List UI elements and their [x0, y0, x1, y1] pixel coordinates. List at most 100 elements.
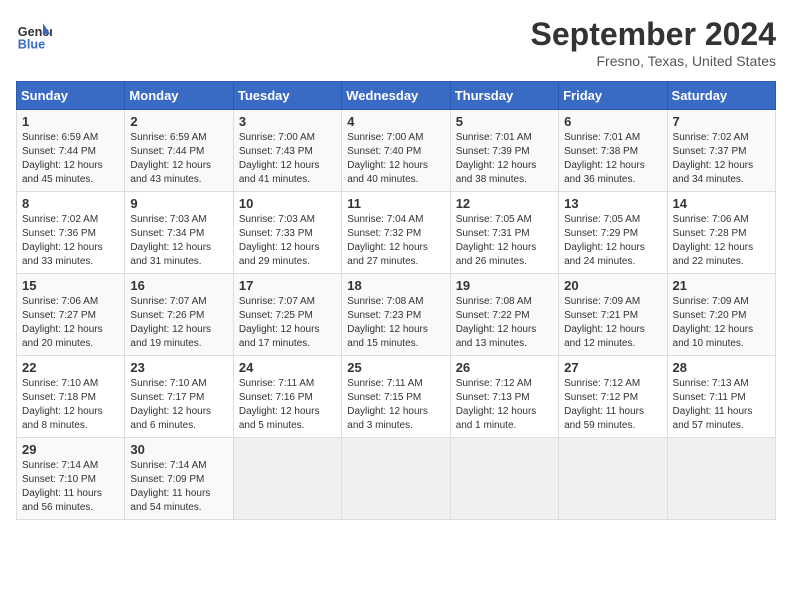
day-number: 12	[456, 196, 553, 211]
day-info: Sunrise: 7:07 AMSunset: 7:25 PMDaylight:…	[239, 295, 336, 351]
day-number: 24	[239, 360, 336, 375]
table-row: 11 Sunrise: 7:04 AMSunset: 7:32 PMDaylig…	[342, 192, 450, 274]
logo: General Blue General Blue	[16, 16, 52, 52]
table-row	[559, 438, 667, 520]
day-info: Sunrise: 7:00 AMSunset: 7:40 PMDaylight:…	[347, 131, 444, 187]
table-row: 2 Sunrise: 6:59 AMSunset: 7:44 PMDayligh…	[125, 110, 233, 192]
header-saturday: Saturday	[667, 82, 775, 110]
day-info: Sunrise: 7:12 AMSunset: 7:12 PMDaylight:…	[564, 377, 661, 433]
header-friday: Friday	[559, 82, 667, 110]
day-info: Sunrise: 7:01 AMSunset: 7:38 PMDaylight:…	[564, 131, 661, 187]
month-title: September 2024	[531, 16, 776, 53]
day-info: Sunrise: 7:08 AMSunset: 7:23 PMDaylight:…	[347, 295, 444, 351]
day-info: Sunrise: 7:08 AMSunset: 7:22 PMDaylight:…	[456, 295, 553, 351]
day-info: Sunrise: 7:03 AMSunset: 7:34 PMDaylight:…	[130, 213, 227, 269]
day-number: 15	[22, 278, 119, 293]
day-number: 22	[22, 360, 119, 375]
table-row	[667, 438, 775, 520]
day-number: 14	[673, 196, 770, 211]
table-row	[342, 438, 450, 520]
table-row: 20 Sunrise: 7:09 AMSunset: 7:21 PMDaylig…	[559, 274, 667, 356]
day-number: 21	[673, 278, 770, 293]
table-row	[450, 438, 558, 520]
table-row: 28 Sunrise: 7:13 AMSunset: 7:11 PMDaylig…	[667, 356, 775, 438]
table-row: 19 Sunrise: 7:08 AMSunset: 7:22 PMDaylig…	[450, 274, 558, 356]
table-row: 8 Sunrise: 7:02 AMSunset: 7:36 PMDayligh…	[17, 192, 125, 274]
header-thursday: Thursday	[450, 82, 558, 110]
table-row	[233, 438, 341, 520]
day-number: 10	[239, 196, 336, 211]
day-info: Sunrise: 7:06 AMSunset: 7:27 PMDaylight:…	[22, 295, 119, 351]
svg-text:Blue: Blue	[18, 37, 45, 51]
day-number: 18	[347, 278, 444, 293]
day-info: Sunrise: 6:59 AMSunset: 7:44 PMDaylight:…	[22, 131, 119, 187]
title-block: September 2024 Fresno, Texas, United Sta…	[531, 16, 776, 69]
table-row: 17 Sunrise: 7:07 AMSunset: 7:25 PMDaylig…	[233, 274, 341, 356]
table-row: 9 Sunrise: 7:03 AMSunset: 7:34 PMDayligh…	[125, 192, 233, 274]
day-info: Sunrise: 7:10 AMSunset: 7:18 PMDaylight:…	[22, 377, 119, 433]
day-number: 17	[239, 278, 336, 293]
day-number: 16	[130, 278, 227, 293]
day-info: Sunrise: 7:07 AMSunset: 7:26 PMDaylight:…	[130, 295, 227, 351]
table-row: 27 Sunrise: 7:12 AMSunset: 7:12 PMDaylig…	[559, 356, 667, 438]
day-number: 25	[347, 360, 444, 375]
table-row: 25 Sunrise: 7:11 AMSunset: 7:15 PMDaylig…	[342, 356, 450, 438]
day-number: 26	[456, 360, 553, 375]
day-number: 30	[130, 442, 227, 457]
table-row: 5 Sunrise: 7:01 AMSunset: 7:39 PMDayligh…	[450, 110, 558, 192]
day-info: Sunrise: 7:09 AMSunset: 7:20 PMDaylight:…	[673, 295, 770, 351]
day-info: Sunrise: 7:02 AMSunset: 7:37 PMDaylight:…	[673, 131, 770, 187]
day-number: 20	[564, 278, 661, 293]
day-number: 7	[673, 114, 770, 129]
day-info: Sunrise: 7:11 AMSunset: 7:16 PMDaylight:…	[239, 377, 336, 433]
table-row: 14 Sunrise: 7:06 AMSunset: 7:28 PMDaylig…	[667, 192, 775, 274]
day-info: Sunrise: 7:14 AMSunset: 7:09 PMDaylight:…	[130, 459, 227, 515]
day-info: Sunrise: 7:00 AMSunset: 7:43 PMDaylight:…	[239, 131, 336, 187]
table-row: 16 Sunrise: 7:07 AMSunset: 7:26 PMDaylig…	[125, 274, 233, 356]
table-row: 13 Sunrise: 7:05 AMSunset: 7:29 PMDaylig…	[559, 192, 667, 274]
logo-icon: General Blue	[16, 16, 52, 52]
day-info: Sunrise: 7:06 AMSunset: 7:28 PMDaylight:…	[673, 213, 770, 269]
day-info: Sunrise: 7:04 AMSunset: 7:32 PMDaylight:…	[347, 213, 444, 269]
day-number: 8	[22, 196, 119, 211]
table-row: 15 Sunrise: 7:06 AMSunset: 7:27 PMDaylig…	[17, 274, 125, 356]
day-number: 13	[564, 196, 661, 211]
table-row: 4 Sunrise: 7:00 AMSunset: 7:40 PMDayligh…	[342, 110, 450, 192]
day-number: 2	[130, 114, 227, 129]
table-row: 3 Sunrise: 7:00 AMSunset: 7:43 PMDayligh…	[233, 110, 341, 192]
day-info: Sunrise: 7:02 AMSunset: 7:36 PMDaylight:…	[22, 213, 119, 269]
table-row: 22 Sunrise: 7:10 AMSunset: 7:18 PMDaylig…	[17, 356, 125, 438]
table-row: 12 Sunrise: 7:05 AMSunset: 7:31 PMDaylig…	[450, 192, 558, 274]
day-number: 5	[456, 114, 553, 129]
day-info: Sunrise: 7:05 AMSunset: 7:31 PMDaylight:…	[456, 213, 553, 269]
day-number: 1	[22, 114, 119, 129]
table-row: 1 Sunrise: 6:59 AMSunset: 7:44 PMDayligh…	[17, 110, 125, 192]
header-wednesday: Wednesday	[342, 82, 450, 110]
day-number: 28	[673, 360, 770, 375]
day-number: 19	[456, 278, 553, 293]
day-number: 3	[239, 114, 336, 129]
day-info: Sunrise: 7:03 AMSunset: 7:33 PMDaylight:…	[239, 213, 336, 269]
table-row: 23 Sunrise: 7:10 AMSunset: 7:17 PMDaylig…	[125, 356, 233, 438]
day-info: Sunrise: 6:59 AMSunset: 7:44 PMDaylight:…	[130, 131, 227, 187]
calendar-table: Sunday Monday Tuesday Wednesday Thursday…	[16, 81, 776, 520]
day-info: Sunrise: 7:12 AMSunset: 7:13 PMDaylight:…	[456, 377, 553, 433]
day-info: Sunrise: 7:14 AMSunset: 7:10 PMDaylight:…	[22, 459, 119, 515]
day-number: 4	[347, 114, 444, 129]
table-row: 10 Sunrise: 7:03 AMSunset: 7:33 PMDaylig…	[233, 192, 341, 274]
table-row: 26 Sunrise: 7:12 AMSunset: 7:13 PMDaylig…	[450, 356, 558, 438]
table-row: 6 Sunrise: 7:01 AMSunset: 7:38 PMDayligh…	[559, 110, 667, 192]
table-row: 30 Sunrise: 7:14 AMSunset: 7:09 PMDaylig…	[125, 438, 233, 520]
day-number: 9	[130, 196, 227, 211]
day-number: 6	[564, 114, 661, 129]
day-info: Sunrise: 7:11 AMSunset: 7:15 PMDaylight:…	[347, 377, 444, 433]
calendar-header: Sunday Monday Tuesday Wednesday Thursday…	[17, 82, 776, 110]
day-number: 29	[22, 442, 119, 457]
header: General Blue General Blue September 2024…	[16, 16, 776, 69]
day-info: Sunrise: 7:09 AMSunset: 7:21 PMDaylight:…	[564, 295, 661, 351]
day-number: 23	[130, 360, 227, 375]
day-number: 27	[564, 360, 661, 375]
calendar-body: 1 Sunrise: 6:59 AMSunset: 7:44 PMDayligh…	[17, 110, 776, 520]
header-tuesday: Tuesday	[233, 82, 341, 110]
table-row: 21 Sunrise: 7:09 AMSunset: 7:20 PMDaylig…	[667, 274, 775, 356]
